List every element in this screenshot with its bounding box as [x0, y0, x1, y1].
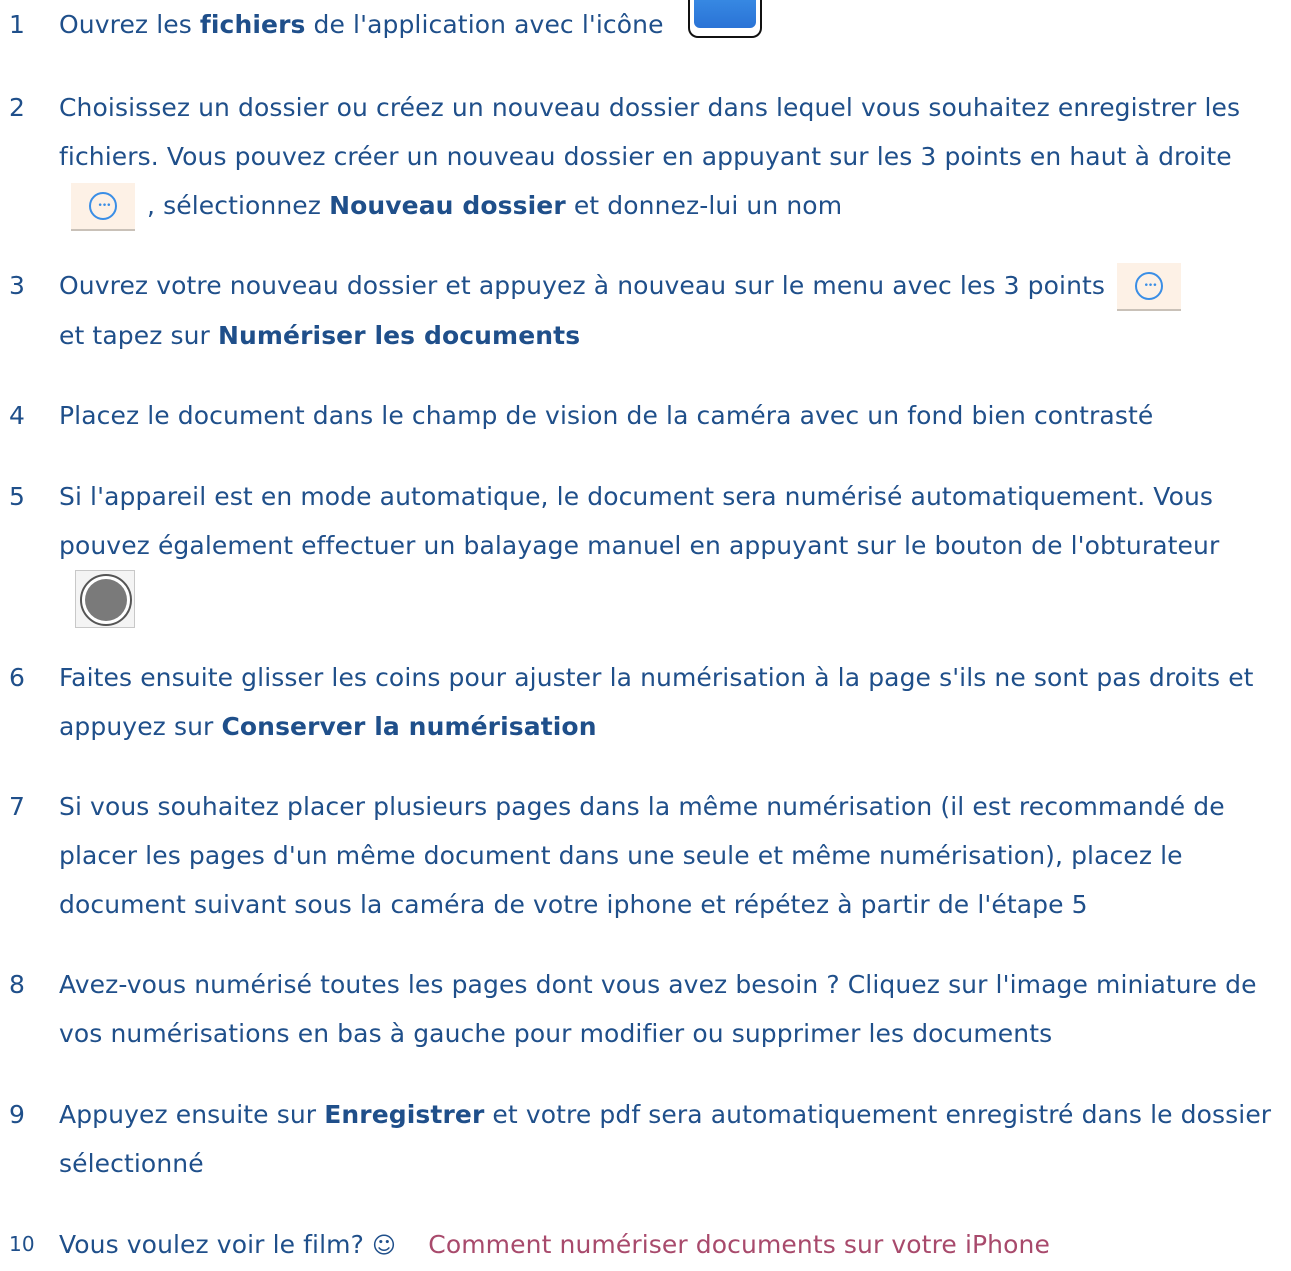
step-text: Ouvrez les [59, 10, 200, 39]
step-bold-text: fichiers [199, 10, 306, 39]
step-number: 9 [9, 1100, 26, 1129]
step-text: Appuyez ensuite sur [59, 1100, 325, 1129]
step-number: 6 [9, 663, 26, 692]
files-app-icon [687, 0, 762, 38]
step-number: 3 [9, 271, 26, 300]
step-7: 7 Si vous souhaitez placer plusieurs pag… [0, 782, 1291, 929]
step-text: et donnez-lui un nom [565, 191, 843, 220]
step-text: , sélectionnez [147, 191, 330, 220]
step-bold-text: Numériser les documents [217, 321, 581, 350]
shutter-button-icon [75, 570, 135, 628]
step-text: Si vous souhaitez placer plusieurs pages… [59, 792, 1225, 919]
step-number: 1 [9, 10, 26, 39]
step-text: de l'application avec l'icône [305, 10, 664, 39]
step-1: 1 Ouvrez les fichiers de l'application a… [0, 0, 1291, 49]
step-2: 2 Choisissez un dossier ou créez un nouv… [0, 83, 1291, 231]
ellipsis-circle-icon [71, 183, 135, 231]
step-9: 9 Appuyez ensuite sur Enregistrer et vot… [0, 1090, 1291, 1188]
video-link[interactable]: Comment numériser documents sur votre iP… [428, 1230, 1050, 1259]
step-bold-text: Enregistrer [324, 1100, 485, 1129]
step-text: Choisissez un dossier ou créez un nouvea… [59, 93, 1241, 171]
step-bold-text: Nouveau dossier [329, 191, 566, 220]
step-text: Placez le document dans le champ de visi… [59, 401, 1154, 430]
step-text: Avez-vous numérisé toutes les pages dont… [59, 970, 1257, 1048]
step-bold-text: Conserver la numérisation [221, 712, 597, 741]
step-text: Si l'appareil est en mode automatique, l… [59, 482, 1220, 560]
step-text: Ouvrez votre nouveau dossier et appuyez … [59, 271, 1106, 300]
smiley-icon: ☺ [372, 1233, 397, 1259]
step-number: 4 [9, 401, 26, 430]
step-number: 5 [9, 482, 26, 511]
step-number: 2 [9, 93, 26, 122]
step-5: 5 Si l'appareil est en mode automatique,… [0, 472, 1291, 628]
ellipsis-circle-icon [1117, 263, 1182, 311]
step-3: 3 Ouvrez votre nouveau dossier et appuye… [0, 261, 1291, 360]
step-8: 8 Avez-vous numérisé toutes les pages do… [0, 960, 1291, 1058]
step-10: 10 Vous voulez voir le film? ☺ Comment n… [0, 1220, 1291, 1271]
step-number: 7 [9, 792, 26, 821]
step-number: 10 [9, 1232, 35, 1256]
step-number: 8 [9, 970, 26, 999]
step-6: 6 Faites ensuite glisser les coins pour … [0, 653, 1291, 751]
step-text: Vous voulez voir le film? [59, 1230, 373, 1259]
step-4: 4 Placez le document dans le champ de vi… [0, 391, 1291, 440]
step-text: et tapez sur [59, 321, 218, 350]
